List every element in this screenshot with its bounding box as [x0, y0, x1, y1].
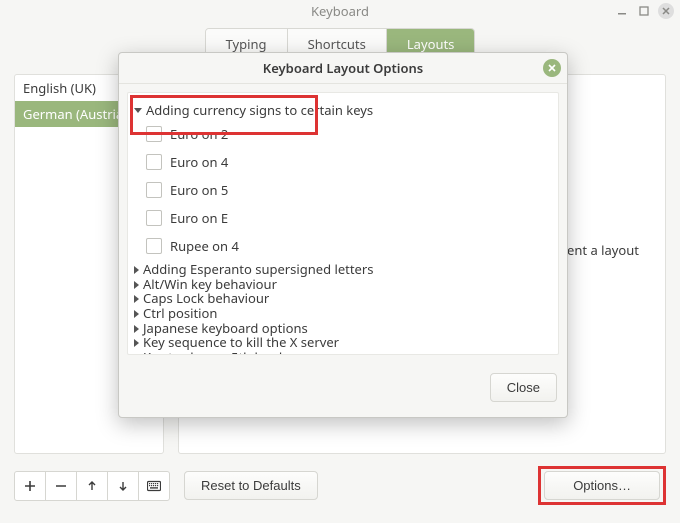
- reset-defaults-button[interactable]: Reset to Defaults: [184, 471, 318, 500]
- dialog-title-text: Keyboard Layout Options: [263, 59, 423, 77]
- tree-section-currency[interactable]: Adding currency signs to certain keys: [134, 101, 552, 119]
- minimize-icon[interactable]: [614, 3, 630, 19]
- checkbox-icon[interactable]: [146, 238, 162, 254]
- option-label: Euro on 4: [170, 153, 228, 171]
- chevron-right-icon: [134, 295, 139, 303]
- move-down-icon[interactable]: [107, 472, 138, 500]
- tree-section[interactable]: Key to choose 5th level: [134, 351, 552, 355]
- checkbox-icon[interactable]: [146, 126, 162, 142]
- section-label: Key to choose 5th level: [143, 348, 282, 355]
- option-euro-5[interactable]: Euro on 5: [146, 181, 552, 199]
- chevron-right-icon: [134, 266, 139, 274]
- chevron-right-icon: [134, 310, 139, 318]
- chevron-right-icon: [134, 281, 139, 289]
- layout-toolbar: [14, 471, 170, 501]
- add-layout-icon[interactable]: [15, 472, 45, 500]
- options-highlight: Options…: [538, 466, 666, 505]
- keyboard-preview-icon[interactable]: [138, 472, 169, 500]
- option-label: Euro on 2: [170, 125, 228, 143]
- options-button[interactable]: Options…: [544, 471, 660, 500]
- checkbox-icon[interactable]: [146, 182, 162, 198]
- option-euro-e[interactable]: Euro on E: [146, 209, 552, 227]
- chevron-down-icon: [134, 108, 142, 113]
- option-label: Euro on 5: [170, 181, 228, 199]
- dialog-title: Keyboard Layout Options: [119, 53, 567, 84]
- option-label: Rupee on 4: [170, 237, 239, 255]
- chevron-right-icon: [134, 325, 139, 333]
- chevron-right-icon: [134, 354, 139, 355]
- chevron-right-icon: [134, 339, 139, 347]
- option-euro-4[interactable]: Euro on 4: [146, 153, 552, 171]
- window-controls: [614, 3, 674, 19]
- section-label: Adding currency signs to certain keys: [146, 101, 373, 119]
- close-icon[interactable]: [658, 3, 674, 19]
- window-title: Keyboard: [311, 2, 369, 20]
- window-titlebar: Keyboard: [0, 0, 680, 22]
- option-euro-2[interactable]: Euro on 2: [146, 125, 552, 143]
- option-label: Euro on E: [170, 209, 228, 227]
- keyboard-layout-options-dialog: Keyboard Layout Options Adding currency …: [118, 52, 568, 418]
- remove-layout-icon[interactable]: [45, 472, 76, 500]
- checkbox-icon[interactable]: [146, 210, 162, 226]
- move-up-icon[interactable]: [76, 472, 107, 500]
- checkbox-icon[interactable]: [146, 154, 162, 170]
- option-rupee-4[interactable]: Rupee on 4: [146, 237, 552, 255]
- dialog-close-button[interactable]: Close: [490, 373, 557, 402]
- options-tree[interactable]: Adding currency signs to certain keys Eu…: [127, 92, 559, 355]
- maximize-icon[interactable]: [636, 3, 652, 19]
- dialog-close-icon[interactable]: [543, 59, 561, 77]
